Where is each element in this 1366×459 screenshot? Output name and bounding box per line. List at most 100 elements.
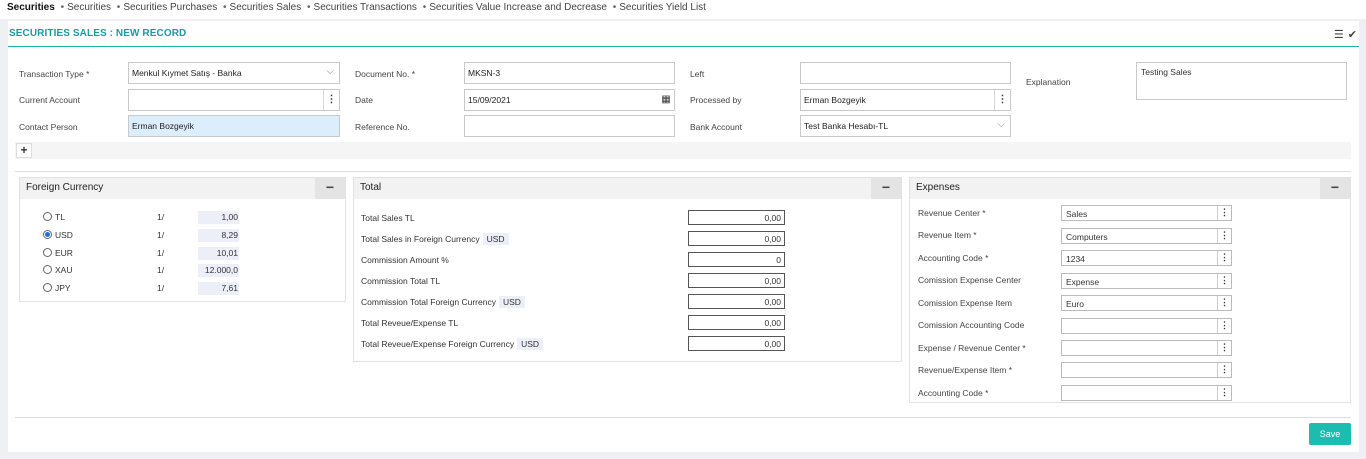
contact-person-value: Erman Bozgeyik <box>132 121 194 131</box>
commission-total-tl-field[interactable]: 0,00 <box>688 273 785 288</box>
vertical-dots-icon[interactable]: ⋮ <box>1217 274 1231 288</box>
vertical-dots-icon[interactable]: ⋮ <box>1217 229 1231 243</box>
contact-person-field[interactable]: Erman Bozgeyik <box>128 115 340 137</box>
bank-account-value: Test Banka Hesabı-TL <box>804 121 889 131</box>
currency-row[interactable]: EUR 1/ 10,01 <box>43 247 243 261</box>
total-reveue-expense-tl-field[interactable]: 0,00 <box>688 315 785 330</box>
vertical-dots-icon[interactable]: ⋮ <box>1217 296 1231 310</box>
nav-item-value-increase-decrease[interactable]: Securities Value Increase and Decrease <box>429 2 607 13</box>
explanation-textarea[interactable]: Testing Sales <box>1136 62 1347 100</box>
total-title: Total <box>360 182 382 193</box>
currency-badge: USD <box>482 233 509 245</box>
reference-no-field[interactable] <box>464 115 675 137</box>
minus-icon[interactable]: − <box>871 178 901 199</box>
nav-item-securities[interactable]: Securities <box>67 2 111 13</box>
contact-person-label: Contact Person <box>19 122 78 132</box>
minus-icon[interactable]: − <box>1320 178 1350 199</box>
nav-item-yield-list[interactable]: Securities Yield List <box>619 2 706 13</box>
left-field[interactable] <box>800 62 1011 84</box>
nav-separator: • <box>116 2 121 13</box>
nav-separator: • <box>422 2 427 13</box>
nav-item-securities-home[interactable]: Securities <box>7 2 55 13</box>
transaction-type-label: Transaction Type * <box>19 69 90 79</box>
currency-radio-selected[interactable] <box>43 230 52 239</box>
commission-amount-label: Commission Amount % <box>361 255 449 265</box>
total-row-label: Total Reveue/Expense Foreign Currency <box>361 339 515 349</box>
processed-by-field[interactable]: Erman Bozgeyik ⋮ <box>800 89 1011 111</box>
comission-accounting-code-field[interactable]: ⋮ <box>1061 318 1232 334</box>
vertical-dots-icon[interactable]: ⋮ <box>994 90 1010 110</box>
footer-divider <box>15 417 1351 418</box>
vertical-dots-icon[interactable]: ⋮ <box>1217 386 1231 400</box>
total-reveue-expense-tl-label: Total Reveue/Expense TL <box>361 318 458 328</box>
currency-row[interactable]: TL 1/ 1,00 <box>43 211 243 225</box>
commission-total-foreign-field[interactable]: 0,00 <box>688 294 785 309</box>
expense-revenue-center-field[interactable]: ⋮ <box>1061 340 1232 356</box>
vertical-dots-icon[interactable]: ⋮ <box>1217 319 1231 333</box>
vertical-dots-icon[interactable]: ⋮ <box>323 90 339 110</box>
total-reveue-expense-foreign-field[interactable]: 0,00 <box>688 336 785 351</box>
nav-item-securities-sales[interactable]: Securities Sales <box>230 2 302 13</box>
vertical-dots-icon[interactable]: ⋮ <box>1217 206 1231 220</box>
currency-row[interactable]: XAU 1/ 12.000,0 <box>43 264 243 278</box>
plus-icon[interactable]: + <box>16 143 32 158</box>
date-field[interactable]: 15/09/2021 ▦ <box>464 89 675 111</box>
nav-separator: • <box>307 2 311 13</box>
currency-radio[interactable] <box>43 283 52 292</box>
currency-code: TL <box>55 212 65 222</box>
currency-badge: USD <box>517 338 544 350</box>
chevron-down-icon: ⌵ <box>997 119 1005 130</box>
expenses-header: Expenses − <box>910 178 1350 199</box>
currency-radio[interactable] <box>43 265 52 274</box>
comission-expense-center-field[interactable]: Expense ⋮ <box>1061 273 1232 289</box>
comission-expense-item-field[interactable]: Euro ⋮ <box>1061 295 1232 311</box>
accounting-code-2-field[interactable]: ⋮ <box>1061 385 1232 401</box>
vertical-dots-icon[interactable]: ⋮ <box>1217 251 1231 265</box>
total-sales-tl-field[interactable]: 0,00 <box>688 210 785 225</box>
currency-radio[interactable] <box>43 212 52 221</box>
revenue-expense-item-field[interactable]: ⋮ <box>1061 362 1232 378</box>
currency-radio[interactable] <box>43 248 52 257</box>
currency-unit: 1/ <box>157 248 165 258</box>
currency-row[interactable]: JPY 1/ 7,61 <box>43 282 243 296</box>
list-icon[interactable]: ☰ <box>1334 29 1344 41</box>
comission-accounting-code-label: Comission Accounting Code <box>918 320 1025 330</box>
foreign-currency-header: Foreign Currency − <box>20 178 345 199</box>
nav-item-securities-purchases[interactable]: Securities Purchases <box>123 2 217 13</box>
transaction-type-select[interactable]: Menkul Kıymet Satış - Banka ⌵ <box>128 62 340 84</box>
currency-code: USD <box>55 230 73 240</box>
explanation-value: Testing Sales <box>1141 67 1192 77</box>
comission-expense-center-value: Expense <box>1066 277 1100 287</box>
nav-item-securities-transactions[interactable]: Securities Transactions <box>314 2 417 13</box>
revenue-center-label: Revenue Center * <box>918 208 986 218</box>
revenue-item-label: Revenue Item * <box>918 230 977 240</box>
check-icon[interactable]: ✔ <box>1348 29 1357 41</box>
chevron-down-icon: ⌵ <box>326 66 334 77</box>
commission-amount-field[interactable]: 0 <box>688 252 785 267</box>
revenue-item-field[interactable]: Computers ⋮ <box>1061 228 1232 244</box>
explanation-label: Explanation <box>1026 77 1071 87</box>
top-navigation: Securities • Securities • Securities Purch… <box>0 0 1366 19</box>
save-button[interactable]: Save <box>1309 423 1351 445</box>
currency-rate: 12.000,0 <box>198 264 239 277</box>
document-no-label: Document No. * <box>355 69 415 79</box>
date-label: Date <box>355 95 373 105</box>
accounting-code-field[interactable]: 1234 ⋮ <box>1061 250 1232 266</box>
revenue-center-field[interactable]: Sales ⋮ <box>1061 205 1232 221</box>
bank-account-select[interactable]: Test Banka Hesabı-TL ⌵ <box>800 115 1011 137</box>
currency-rate: 1,00 <box>198 211 239 224</box>
minus-icon[interactable]: − <box>315 178 345 199</box>
vertical-dots-icon[interactable]: ⋮ <box>1217 363 1231 377</box>
calendar-icon[interactable]: ▦ <box>658 90 674 110</box>
total-row-label: Commission Amount % <box>361 255 449 265</box>
expenses-title: Expenses <box>916 182 960 193</box>
total-sales-foreign-field[interactable]: 0,00 <box>688 231 785 246</box>
total-reveue-expense-foreign-label: Total Reveue/Expense Foreign Currency USD <box>361 338 544 350</box>
current-account-field[interactable]: ⋮ <box>128 89 340 111</box>
total-row-label: Total Sales in Foreign Currency <box>361 234 480 244</box>
total-sales-tl-label: Total Sales TL <box>361 213 415 223</box>
vertical-dots-icon[interactable]: ⋮ <box>1217 341 1231 355</box>
document-no-field[interactable]: MKSN-3 <box>464 62 675 84</box>
total-row-label: Commission Total Foreign Currency <box>361 297 496 307</box>
currency-row[interactable]: USD 1/ 8,29 <box>43 229 243 243</box>
